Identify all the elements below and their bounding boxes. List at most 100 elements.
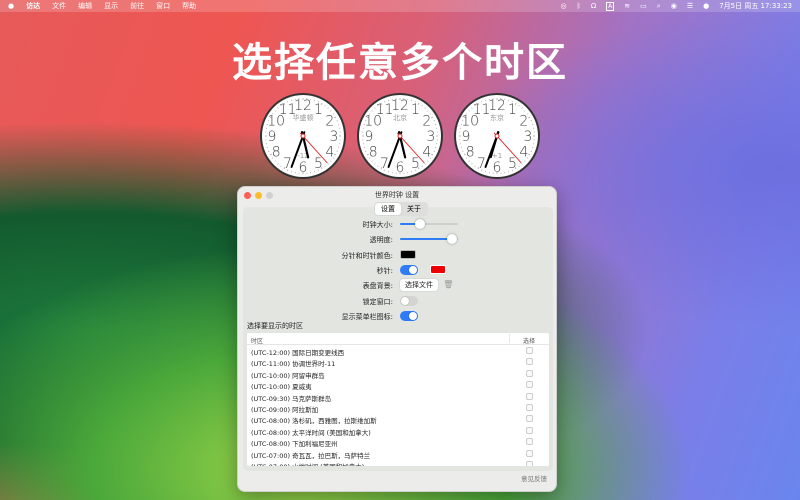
- bluetooth-icon[interactable]: ᛒ: [577, 2, 581, 10]
- table-row[interactable]: (UTC-08:00) 太平洋时间 (美国和加拿大): [247, 425, 549, 437]
- clock-number: 3: [330, 129, 339, 145]
- table-row[interactable]: (UTC-12:00) 国际日期变更线西: [247, 345, 549, 357]
- table-row[interactable]: (UTC-09:00) 阿拉斯加: [247, 402, 549, 414]
- control-center-icon[interactable]: ☰: [687, 2, 693, 10]
- trash-icon[interactable]: 🗑: [443, 280, 453, 289]
- clock-number: 2: [422, 114, 431, 130]
- menu-item[interactable]: 编辑: [78, 1, 92, 11]
- status-area: ◎ ᛒ Ω A ≋ ▭ ⌕ ◉ ☰ ● 7月5日 周五 17:33:23: [561, 1, 792, 11]
- clock-beijing[interactable]: 12 1234567891011 北京: [356, 92, 444, 180]
- choose-file-button[interactable]: 选择文件: [400, 279, 438, 291]
- table-header: 时区 选择: [247, 333, 549, 345]
- select-checkbox[interactable]: [526, 426, 533, 434]
- clock-number: 5: [411, 156, 420, 172]
- clock-number: 2: [325, 114, 334, 130]
- settings-window: 世界时钟 设置 时钟大小: 透明度: 分针和时针颜色: 秒针: 表盘背景: 选择…: [237, 186, 557, 492]
- second-hand-label: 秒针:: [376, 267, 393, 275]
- timezone-table[interactable]: 时区 选择 (UTC-12:00) 国际日期变更线西 (UTC-11:00) 协调…: [247, 333, 549, 466]
- clock-number: 7: [380, 156, 389, 172]
- menu-item[interactable]: 前往: [130, 1, 144, 11]
- select-checkbox[interactable]: [526, 449, 533, 457]
- select-checkbox[interactable]: [526, 358, 533, 366]
- menu-item[interactable]: 显示: [104, 1, 118, 11]
- menubar-icon-toggle[interactable]: [400, 311, 418, 321]
- second-hand-color-well[interactable]: [430, 265, 446, 274]
- column-header-timezone[interactable]: 时区: [251, 336, 263, 345]
- clock-center: [300, 133, 306, 139]
- background-row: 表盘背景: 选择文件 🗑: [243, 279, 553, 291]
- table-row[interactable]: (UTC-11:00) 协调世界时-11: [247, 356, 549, 368]
- menu-item[interactable]: 帮助: [182, 1, 196, 11]
- menubar-icon-label: 显示菜单栏图标:: [341, 313, 393, 321]
- clock-city-label: 华盛顿: [293, 113, 314, 122]
- headphones-icon[interactable]: Ω: [591, 2, 596, 10]
- tab-settings[interactable]: 设置: [375, 203, 401, 215]
- clock-number: 11: [473, 102, 491, 118]
- clock-number: 8: [369, 145, 378, 161]
- clock-size-label: 时钟大小:: [362, 221, 393, 229]
- select-checkbox[interactable]: [526, 403, 533, 411]
- search-icon[interactable]: ⌕: [657, 2, 661, 11]
- menubar-clock[interactable]: 7月5日 周五 17:33:23: [719, 1, 792, 11]
- lock-window-label: 锁定窗口:: [362, 298, 393, 306]
- siri-icon[interactable]: ●: [703, 2, 709, 10]
- timezone-name: (UTC-07:00) 山地时间 (美国和加拿大): [251, 461, 364, 466]
- tab-about[interactable]: 关于: [401, 203, 427, 215]
- second-hand-toggle[interactable]: [400, 265, 418, 275]
- clock-center: [397, 133, 403, 139]
- clock-offset-label: +1: [492, 152, 502, 160]
- clock-number: 4: [325, 145, 334, 161]
- table-row[interactable]: (UTC-10:00) 阿留申群岛: [247, 368, 549, 380]
- select-checkbox[interactable]: [526, 347, 533, 354]
- column-header-select[interactable]: 选择: [523, 336, 535, 345]
- clock-number: 5: [314, 156, 323, 172]
- clock-number: 12: [391, 98, 409, 114]
- headline: 选择任意多个时区: [232, 40, 568, 86]
- clock-number: 5: [508, 156, 517, 172]
- select-checkbox[interactable]: [526, 415, 533, 423]
- section-title: 选择要显示的时区: [247, 322, 303, 330]
- input-method-icon[interactable]: A: [606, 1, 615, 11]
- clock-number: 6: [299, 160, 308, 176]
- table-row[interactable]: (UTC-10:00) 夏威夷: [247, 379, 549, 391]
- clock-number: 7: [283, 156, 292, 172]
- select-checkbox[interactable]: [526, 392, 533, 400]
- select-checkbox[interactable]: [526, 460, 533, 466]
- feedback-link[interactable]: 意见反馈: [521, 473, 547, 483]
- menu-item[interactable]: 窗口: [156, 1, 170, 11]
- opacity-slider[interactable]: [400, 233, 458, 245]
- select-checkbox[interactable]: [526, 438, 533, 446]
- battery-icon[interactable]: ▭: [640, 2, 647, 10]
- hand-color-row: 分针和时针颜色:: [243, 249, 553, 261]
- select-checkbox[interactable]: [526, 369, 533, 377]
- table-row[interactable]: (UTC-07:00) 奇瓦瓦，拉巴斯，马萨特兰: [247, 448, 549, 460]
- clock-number: 12: [294, 98, 312, 114]
- clock-washington[interactable]: 12 1234567891011华盛顿-12: [259, 92, 347, 180]
- clock-tokyo[interactable]: 12 1234567891011 东京+1: [453, 92, 541, 180]
- screen-record-icon[interactable]: ◎: [561, 2, 567, 10]
- lock-window-toggle[interactable]: [400, 296, 418, 306]
- user-icon[interactable]: ◉: [671, 2, 677, 10]
- clock-number: 3: [524, 129, 533, 145]
- select-checkbox[interactable]: [526, 381, 533, 389]
- table-row[interactable]: (UTC-07:00) 山地时间 (美国和加拿大): [247, 459, 549, 466]
- clock-city-label: 北京: [393, 113, 407, 122]
- clock-size-slider[interactable]: [400, 218, 458, 230]
- table-row[interactable]: (UTC-09:30) 马克萨斯群岛: [247, 391, 549, 403]
- clock-number: 2: [519, 114, 528, 130]
- clock-number: 9: [268, 129, 277, 145]
- menu-item[interactable]: 文件: [52, 1, 66, 11]
- table-row[interactable]: (UTC-08:00) 洛杉矶，西雅图，拉斯维加斯: [247, 413, 549, 425]
- clock-number: 4: [422, 145, 431, 161]
- opacity-row: 透明度:: [243, 233, 553, 245]
- wifi-icon[interactable]: ≋: [624, 2, 630, 10]
- apple-icon[interactable]: ●: [8, 2, 14, 10]
- menu-bar: ● 访达 文件 编辑 显示 前往 窗口 帮助 ◎ ᛒ Ω A ≋ ▭ ⌕ ◉ ☰ ● 7月5…: [0, 0, 800, 12]
- clock-number: 6: [493, 160, 502, 176]
- menu-item[interactable]: 访达: [26, 1, 40, 11]
- clock-number: 1: [314, 102, 323, 118]
- tab-bar: 设置 关于: [374, 202, 428, 216]
- hand-color-well[interactable]: [400, 250, 416, 259]
- table-row[interactable]: (UTC-08:00) 下加利福尼亚州: [247, 436, 549, 448]
- clock-number: 6: [396, 160, 405, 176]
